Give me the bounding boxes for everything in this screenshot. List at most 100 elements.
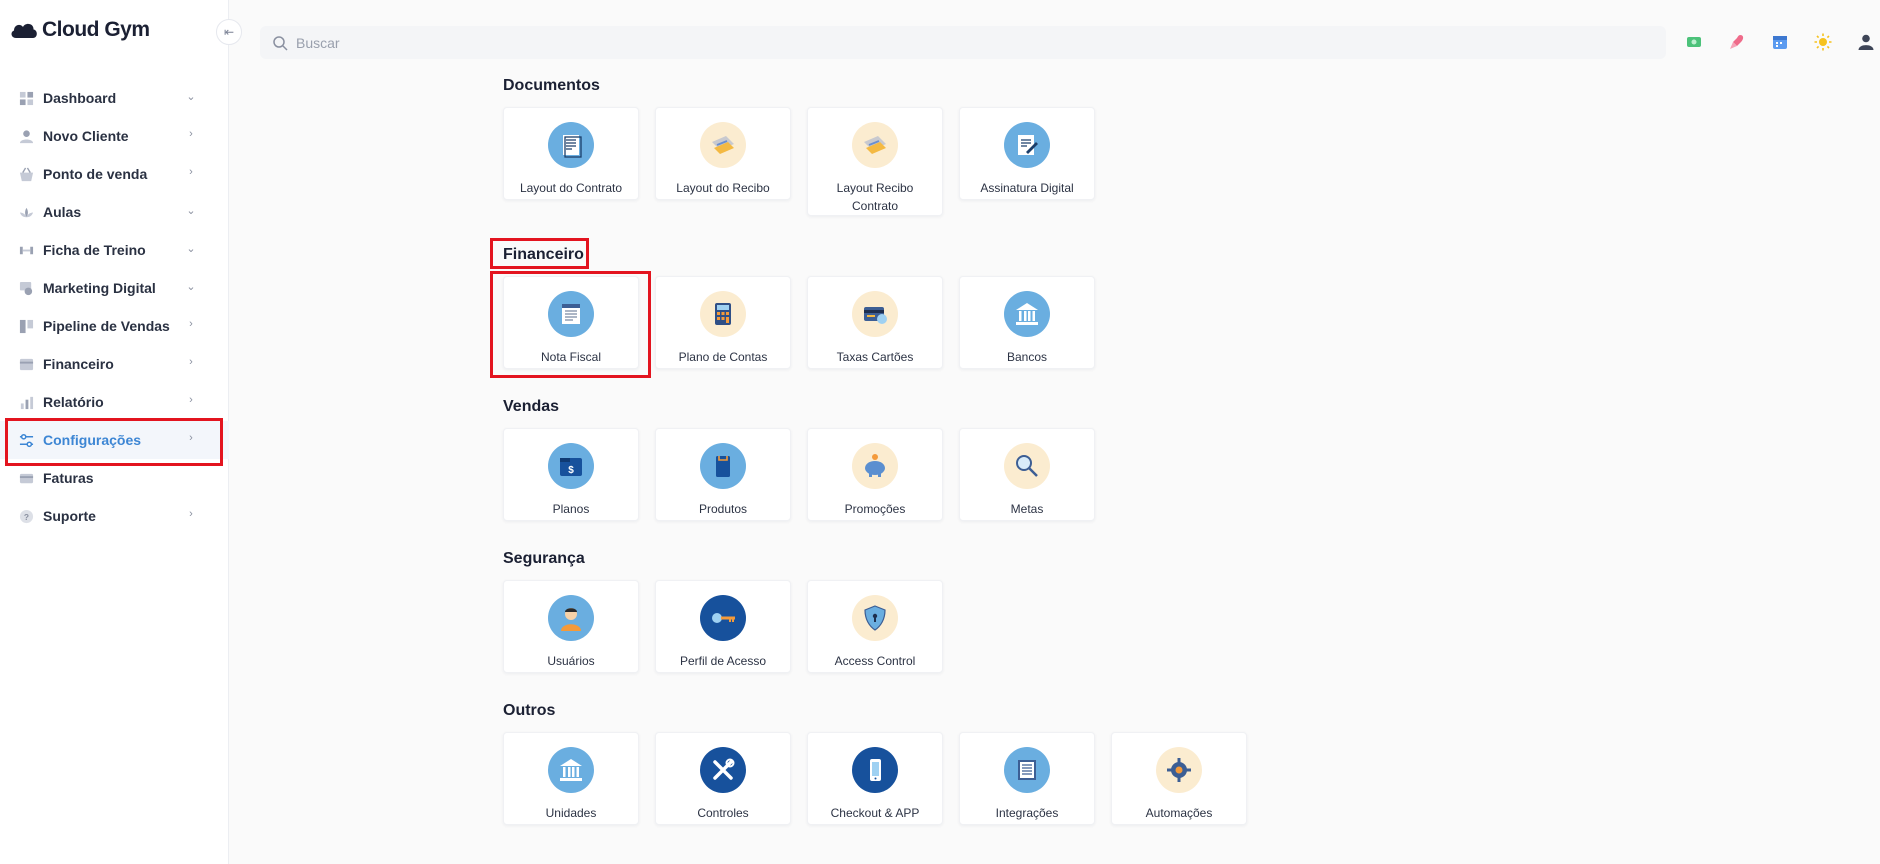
building-icon <box>548 747 594 793</box>
brand-name: Cloud Gym <box>42 18 150 41</box>
sidebar-item-financeiro[interactable]: Financeiro › <box>0 345 229 383</box>
card-automacoes[interactable]: Automações <box>1111 732 1247 825</box>
section-financeiro: Financeiro Nota Fiscal Plano de Contas T… <box>503 245 1095 369</box>
sidebar-item-faturas[interactable]: Faturas <box>0 459 229 497</box>
bar-chart-icon <box>18 394 34 410</box>
card-grid: Unidades Controles Checkout & APP Integr… <box>503 732 1247 825</box>
card-checkout-app[interactable]: Checkout & APP <box>807 732 943 825</box>
card-label: Metas <box>1010 502 1044 516</box>
card-label: Produtos <box>698 502 748 516</box>
sun-icon[interactable] <box>1811 30 1835 54</box>
sidebar-item-dashboard[interactable]: Dashboard ⌄ <box>0 79 229 117</box>
card-bancos[interactable]: Bancos <box>959 276 1095 369</box>
sidebar-item-marketing-digital[interactable]: Marketing Digital ⌄ <box>0 269 229 307</box>
card-grid: Usuários Perfil de Acesso Access Control <box>503 580 943 673</box>
sidebar-item-ficha-de-treino[interactable]: Ficha de Treino ⌄ <box>0 231 229 269</box>
sidebar-item-configuracoes[interactable]: Configurações › <box>0 421 229 459</box>
card-label: Layout Recibo Contrato <box>836 181 914 213</box>
wallet-icon <box>18 356 34 372</box>
sidebar-item-label: Dashboard <box>43 90 117 106</box>
card-integracoes[interactable]: Integrações <box>959 732 1095 825</box>
sidebar-item-aulas[interactable]: Aulas ⌄ <box>0 193 229 231</box>
svg-text:?: ? <box>23 511 28 521</box>
sidebar-item-label: Faturas <box>43 470 94 486</box>
section-outros: Outros Unidades Controles Checkout & APP… <box>503 701 1247 825</box>
chevron-right-icon: › <box>189 128 193 140</box>
megaphone-icon <box>18 280 34 296</box>
card-layout-do-contrato[interactable]: Layout do Contrato <box>503 107 639 200</box>
card-label: Layout do Recibo <box>676 181 770 195</box>
card-layout-do-recibo[interactable]: Layout do Recibo <box>655 107 791 200</box>
user-icon[interactable] <box>1854 30 1878 54</box>
search-bar[interactable] <box>260 26 1666 59</box>
price-folder-icon: $ <box>548 443 594 489</box>
sliders-icon <box>18 432 34 448</box>
sidebar-item-pipeline-de-vendas[interactable]: Pipeline de Vendas › <box>0 307 229 345</box>
card-layout-recibo-contrato[interactable]: Layout Recibo Contrato <box>807 107 943 216</box>
chevron-down-icon: ⌄ <box>186 91 196 103</box>
help-icon: ? <box>18 508 34 524</box>
card-label: Taxas Cartões <box>836 350 914 364</box>
card-label: Nota Fiscal <box>540 350 602 364</box>
card-metas[interactable]: Metas <box>959 428 1095 521</box>
top-toolbar <box>1663 30 1880 54</box>
section-title: Outros <box>503 702 556 719</box>
chevron-right-icon: › <box>189 508 193 520</box>
card-planos[interactable]: $ Planos <box>503 428 639 521</box>
pipeline-icon <box>18 318 34 334</box>
sidebar-item-label: Ficha de Treino <box>43 242 146 258</box>
search-input[interactable] <box>296 34 896 51</box>
card-controles[interactable]: Controles <box>655 732 791 825</box>
card-access-control[interactable]: Access Control <box>807 580 943 673</box>
chevron-right-icon: › <box>189 432 193 444</box>
card-promocoes[interactable]: Promoções <box>807 428 943 521</box>
card-nota-fiscal[interactable]: Nota Fiscal <box>503 276 639 369</box>
sidebar-item-label: Ponto de venda <box>43 166 148 182</box>
rocket-icon[interactable] <box>1725 30 1749 54</box>
section-vendas: Vendas $ Planos Produtos Promoções Metas <box>503 397 1095 521</box>
sidebar: Cloud Gym Dashboard ⌄ Novo Cliente › Pon… <box>0 0 229 864</box>
app-logo[interactable]: Cloud Gym <box>10 18 150 42</box>
integration-icon <box>1004 747 1050 793</box>
chevron-right-icon: › <box>189 394 193 406</box>
card-unidades[interactable]: Unidades <box>503 732 639 825</box>
card-grid: $ Planos Produtos Promoções Metas <box>503 428 1095 521</box>
chevron-down-icon: ⌄ <box>186 205 196 217</box>
calendar-icon[interactable] <box>1768 30 1792 54</box>
chevron-right-icon: › <box>189 318 193 330</box>
card-plano-de-contas[interactable]: Plano de Contas <box>655 276 791 369</box>
sidebar-item-novo-cliente[interactable]: Novo Cliente › <box>0 117 229 155</box>
product-icon <box>700 443 746 489</box>
section-title: Vendas <box>503 398 560 415</box>
receipt-icon <box>852 122 898 168</box>
phone-icon <box>852 747 898 793</box>
user-icon <box>18 128 34 144</box>
invoice-icon <box>548 291 594 337</box>
sidebar-item-relatorio[interactable]: Relatório › <box>0 383 229 421</box>
money-icon[interactable] <box>1682 30 1706 54</box>
person-icon <box>548 595 594 641</box>
card-grid: Layout do Contrato Layout do Recibo Layo… <box>503 107 1095 216</box>
card-usuarios[interactable]: Usuários <box>503 580 639 673</box>
dashboard-icon <box>18 90 34 106</box>
chevron-down-icon: ⌄ <box>186 243 196 255</box>
sidebar-item-suporte[interactable]: ? Suporte › <box>0 497 229 535</box>
card-label: Unidades <box>545 806 597 820</box>
card-label: Automações <box>1145 806 1213 820</box>
card-perfil-de-acesso[interactable]: Perfil de Acesso <box>655 580 791 673</box>
credit-card-icon <box>852 291 898 337</box>
card-label: Perfil de Acesso <box>679 654 767 668</box>
card-assinatura-digital[interactable]: Assinatura Digital <box>959 107 1095 200</box>
card-label: Access Control <box>834 654 916 668</box>
card-label: Checkout & APP <box>830 806 920 820</box>
card-label: Bancos <box>1006 350 1048 364</box>
chevron-right-icon: › <box>189 166 193 178</box>
key-icon <box>700 595 746 641</box>
sidebar-item-label: Relatório <box>43 394 104 410</box>
card-label: Controles <box>697 806 749 820</box>
collapse-sidebar-button[interactable]: ⇤ <box>216 19 242 45</box>
card-taxas-cartoes[interactable]: Taxas Cartões <box>807 276 943 369</box>
gear-icon <box>1156 747 1202 793</box>
sidebar-item-ponto-de-venda[interactable]: Ponto de venda › <box>0 155 229 193</box>
card-produtos[interactable]: Produtos <box>655 428 791 521</box>
